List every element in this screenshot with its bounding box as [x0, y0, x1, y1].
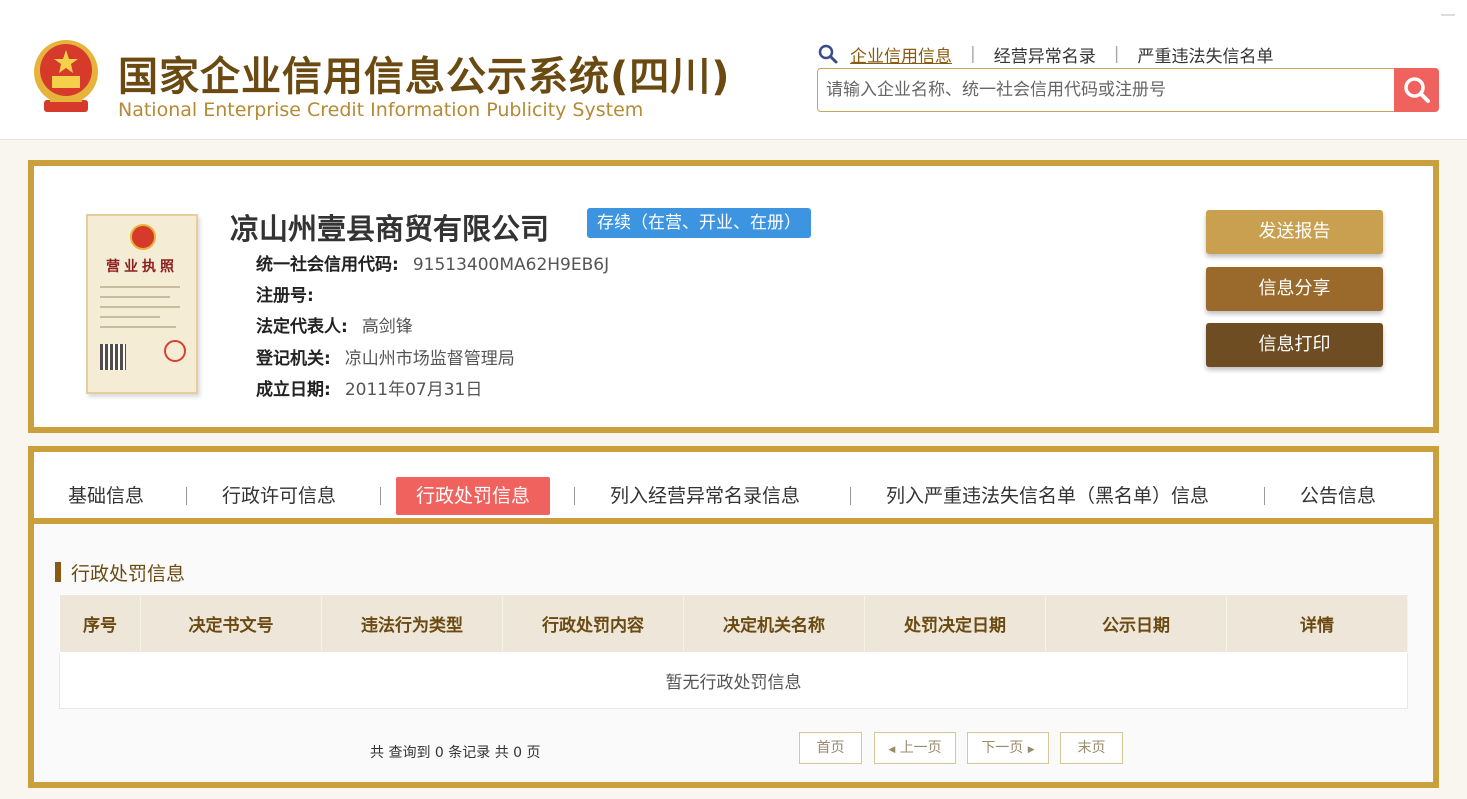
site-header: 国家企业信用信息公示系统(四川) National Enterprise Cre…: [0, 0, 1467, 140]
site-subtitle: National Enterprise Credit Information P…: [118, 99, 644, 121]
license-emblem-icon: [130, 224, 156, 250]
search-input[interactable]: [826, 77, 1386, 103]
last-page-label: 末页: [1077, 740, 1106, 756]
legal-representative-row: 法定代表人: 高剑锋: [256, 312, 413, 337]
tab-separator: [186, 487, 187, 505]
business-license-thumbnail[interactable]: 营业执照: [86, 214, 198, 394]
tab-admin-penalty[interactable]: 行政处罚信息: [396, 477, 551, 515]
print-info-button[interactable]: 信息打印: [1206, 323, 1383, 367]
license-line: [100, 286, 180, 288]
section-title-text: 行政处罚信息: [71, 563, 186, 585]
prev-page-button[interactable]: ◀ 上一页: [874, 732, 956, 764]
info-tabs: 基础信息 行政许可信息 行政处罚信息 列入经营异常名录信息 列入严重违法失信名单…: [34, 452, 1433, 524]
penalty-table: 序号 决定书文号 违法行为类型 行政处罚内容 决定机关名称 处罚决定日期 公示日…: [59, 594, 1408, 709]
license-line: [100, 296, 170, 298]
registration-authority-value: 凉山州市场监督管理局: [344, 349, 515, 369]
table-header-row: 序号 决定书文号 违法行为类型 行政处罚内容 决定机关名称 处罚决定日期 公示日…: [59, 594, 1408, 653]
prev-page-label: 上一页: [899, 740, 942, 756]
tab-separator: [850, 487, 851, 505]
seal-icon: [164, 340, 186, 362]
column-header: 详情: [1226, 594, 1408, 653]
share-info-button[interactable]: 信息分享: [1206, 267, 1383, 311]
national-emblem-icon: [34, 40, 98, 112]
first-page-label: 首页: [816, 740, 845, 756]
column-header: 决定书文号: [140, 594, 322, 653]
credit-code-row: 统一社会信用代码: 91513400MA62H9EB6J: [256, 250, 609, 275]
next-page-button[interactable]: 下一页 ▶: [967, 732, 1049, 764]
tab-separator: [574, 487, 575, 505]
first-page-button[interactable]: 首页: [799, 732, 862, 764]
credit-code-value: 91513400MA62H9EB6J: [412, 255, 610, 275]
search-bar: [817, 68, 1439, 112]
status-badge: 存续（在营、开业、在册）: [587, 208, 811, 238]
nav-abnormal-list[interactable]: 经营异常名录: [994, 42, 1096, 67]
tab-abnormal-operation[interactable]: 列入经营异常名录信息: [610, 477, 800, 515]
registration-number-label: 注册号:: [256, 286, 314, 306]
column-header: 行政处罚内容: [502, 594, 684, 653]
legal-representative-label: 法定代表人:: [256, 317, 348, 337]
establishment-date-label: 成立日期:: [256, 380, 331, 400]
legal-representative-value: 高剑锋: [361, 317, 413, 337]
search-icon: [818, 44, 838, 64]
tab-separator: [1264, 487, 1265, 505]
column-header: 违法行为类型: [321, 594, 503, 653]
tab-blacklist[interactable]: 列入严重违法失信名单（黑名单）信息: [886, 477, 1209, 515]
company-card: 营业执照 凉山州壹县商贸有限公司 存续（在营、开业、在册） 统一社会信用代码: 9…: [28, 160, 1439, 433]
nav-enterprise-credit[interactable]: 企业信用信息: [850, 42, 952, 67]
tab-separator: [380, 487, 381, 505]
last-page-button[interactable]: 末页: [1060, 732, 1123, 764]
column-header: 公示日期: [1045, 594, 1227, 653]
search-type-nav: 企业信用信息 | 经营异常名录 | 严重违法失信名单: [818, 42, 1273, 67]
license-line: [100, 316, 160, 318]
caret-left-icon: ◀: [888, 745, 896, 755]
credit-code-label: 统一社会信用代码:: [256, 255, 399, 275]
nav-blacklist[interactable]: 严重违法失信名单: [1137, 42, 1273, 67]
tab-admin-license[interactable]: 行政许可信息: [222, 477, 336, 515]
company-name: 凉山州壹县商贸有限公司: [230, 212, 550, 246]
nav-separator: |: [1113, 44, 1120, 64]
detail-panel: 基础信息 行政许可信息 行政处罚信息 列入经营异常名录信息 列入严重违法失信名单…: [28, 446, 1439, 788]
section-title: 行政处罚信息: [54, 559, 186, 586]
search-icon: [1403, 77, 1430, 103]
site-title: 国家企业信用信息公示系统(四川): [118, 54, 731, 100]
table-row: 暂无行政处罚信息: [59, 652, 1408, 709]
establishment-date-value: 2011年07月31日: [344, 380, 483, 400]
tab-announcements[interactable]: 公告信息: [1300, 477, 1376, 515]
registration-number-row: 注册号:: [256, 281, 328, 306]
empty-message: 暂无行政处罚信息: [59, 652, 1408, 709]
establishment-date-row: 成立日期: 2011年07月31日: [256, 375, 482, 400]
pagination-summary: 共 查询到 0 条记录 共 0 页: [370, 745, 541, 761]
search-button[interactable]: [1394, 68, 1439, 112]
registration-authority-row: 登记机关: 凉山州市场监督管理局: [256, 344, 515, 369]
column-header: 决定机关名称: [683, 594, 865, 653]
license-title: 营业执照: [106, 259, 178, 275]
tab-basic-info[interactable]: 基础信息: [68, 477, 144, 515]
send-report-button[interactable]: 发送报告: [1206, 210, 1383, 254]
nav-separator: |: [970, 44, 976, 64]
column-header: 序号: [59, 594, 141, 653]
column-header: 处罚决定日期: [864, 594, 1046, 653]
corner-mark: [1441, 14, 1455, 16]
registration-authority-label: 登记机关:: [256, 349, 331, 369]
caret-right-icon: ▶: [1027, 745, 1035, 755]
next-page-label: 下一页: [981, 740, 1024, 756]
license-line: [100, 306, 180, 308]
qr-code-icon: [100, 344, 126, 370]
license-line: [100, 326, 176, 328]
